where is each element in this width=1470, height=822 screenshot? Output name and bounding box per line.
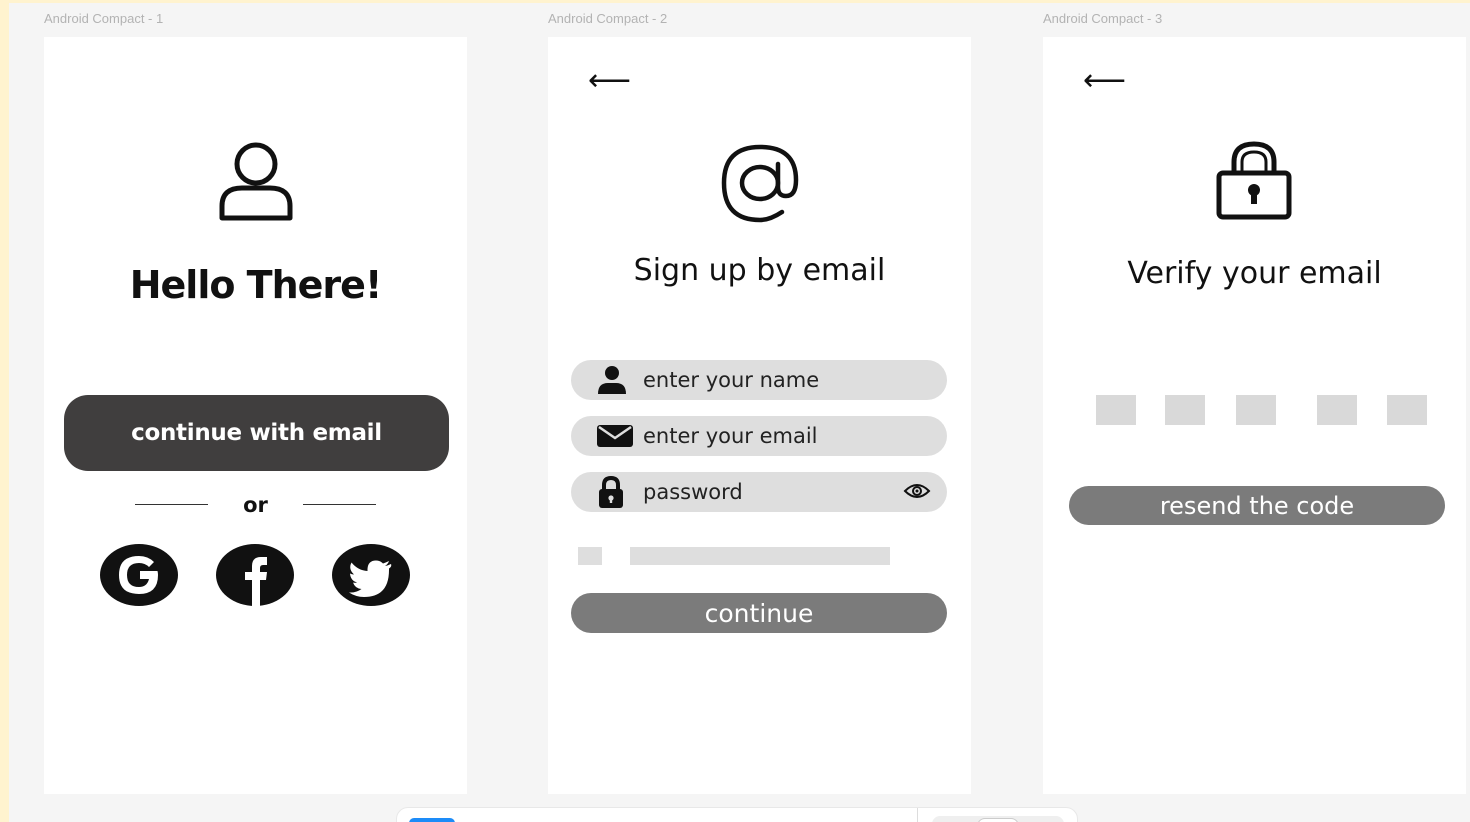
frame-label-1: Android Compact - 1 <box>44 11 164 26</box>
toolbar-segment-selected[interactable] <box>977 818 1019 822</box>
frame-android-compact-1[interactable]: Hello There! continue with email or <box>44 37 467 794</box>
twitter-login-button[interactable] <box>332 544 410 606</box>
code-digit-4[interactable] <box>1317 395 1357 425</box>
page-title: Sign up by email <box>633 253 886 288</box>
toolbar-primary-button[interactable] <box>409 818 455 822</box>
frame-android-compact-2[interactable]: ⟵ Sign up by email enter your name enter… <box>548 37 971 794</box>
email-placeholder: enter your email <box>643 424 818 448</box>
code-digit-5[interactable] <box>1387 395 1427 425</box>
name-field[interactable]: enter your name <box>571 360 947 400</box>
toolbar-separator <box>917 808 918 822</box>
at-sign-icon <box>710 142 810 228</box>
google-icon <box>100 544 178 606</box>
person-icon <box>597 366 639 394</box>
password-placeholder: password <box>643 480 743 504</box>
divider-right <box>303 504 376 505</box>
frame-android-compact-3[interactable]: ⟵ Verify your email resend the code <box>1043 37 1466 794</box>
frame-label-2: Android Compact - 2 <box>548 11 668 26</box>
terms-text-placeholder <box>630 547 890 565</box>
password-field[interactable]: password <box>571 472 947 512</box>
name-placeholder: enter your name <box>643 368 820 392</box>
back-arrow-button[interactable]: ⟵ <box>588 63 631 98</box>
continue-button[interactable]: continue <box>571 593 947 633</box>
frame-label-3: Android Compact - 3 <box>1043 11 1163 26</box>
continue-with-email-button[interactable]: continue with email <box>64 395 449 471</box>
facebook-login-button[interactable] <box>216 544 294 606</box>
padlock-icon <box>1216 140 1292 224</box>
lock-icon <box>597 476 639 508</box>
terms-checkbox[interactable] <box>578 547 602 565</box>
code-digit-3[interactable] <box>1236 395 1276 425</box>
google-login-button[interactable] <box>100 544 178 606</box>
code-digit-1[interactable] <box>1096 395 1136 425</box>
code-digit-2[interactable] <box>1165 395 1205 425</box>
page-title: Hello There! <box>129 263 383 307</box>
back-arrow-button[interactable]: ⟵ <box>1083 63 1126 98</box>
bottom-toolbar[interactable] <box>396 807 1078 822</box>
twitter-icon <box>332 544 410 606</box>
user-icon <box>214 140 298 226</box>
mail-icon <box>597 425 639 447</box>
email-field[interactable]: enter your email <box>571 416 947 456</box>
page-title: Verify your email <box>1127 256 1382 291</box>
facebook-icon <box>216 544 294 606</box>
eye-icon[interactable] <box>903 482 931 504</box>
resend-code-button[interactable]: resend the code <box>1069 486 1445 525</box>
or-label: or <box>243 493 268 517</box>
